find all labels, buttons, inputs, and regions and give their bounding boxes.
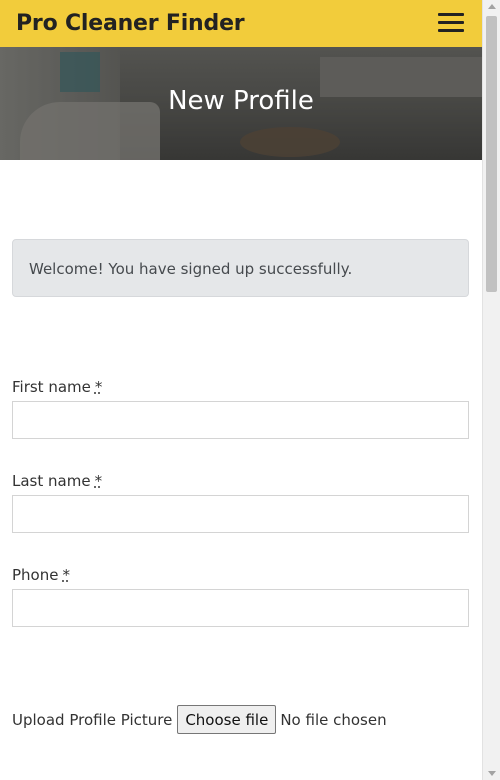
scroll-down-arrow-icon[interactable]	[488, 771, 496, 776]
required-marker: *	[94, 472, 103, 490]
phone-input[interactable]	[12, 589, 469, 627]
brand-logo[interactable]: Pro Cleaner Finder	[16, 11, 245, 36]
hamburger-menu-icon[interactable]	[438, 13, 464, 33]
first-name-input[interactable]	[12, 401, 469, 439]
scroll-up-arrow-icon[interactable]	[488, 4, 496, 9]
choose-file-button[interactable]: Choose file	[177, 705, 277, 734]
vertical-scrollbar[interactable]	[482, 0, 500, 780]
phone-label: Phone *	[12, 566, 70, 584]
required-marker: *	[94, 378, 103, 396]
hero-banner: New Profile	[0, 47, 482, 160]
success-alert: Welcome! You have signed up successfully…	[12, 239, 469, 297]
last-name-input[interactable]	[12, 495, 469, 533]
page-title: New Profile	[168, 86, 314, 116]
scroll-thumb[interactable]	[486, 16, 497, 292]
upload-profile-picture: Upload Profile Picture Choose file No fi…	[12, 705, 387, 734]
upload-label: Upload Profile Picture	[12, 710, 173, 729]
navbar: Pro Cleaner Finder	[0, 0, 482, 47]
file-status: No file chosen	[280, 710, 387, 729]
first-name-label: First name *	[12, 378, 103, 396]
last-name-label: Last name *	[12, 472, 103, 490]
required-marker: *	[62, 566, 70, 584]
